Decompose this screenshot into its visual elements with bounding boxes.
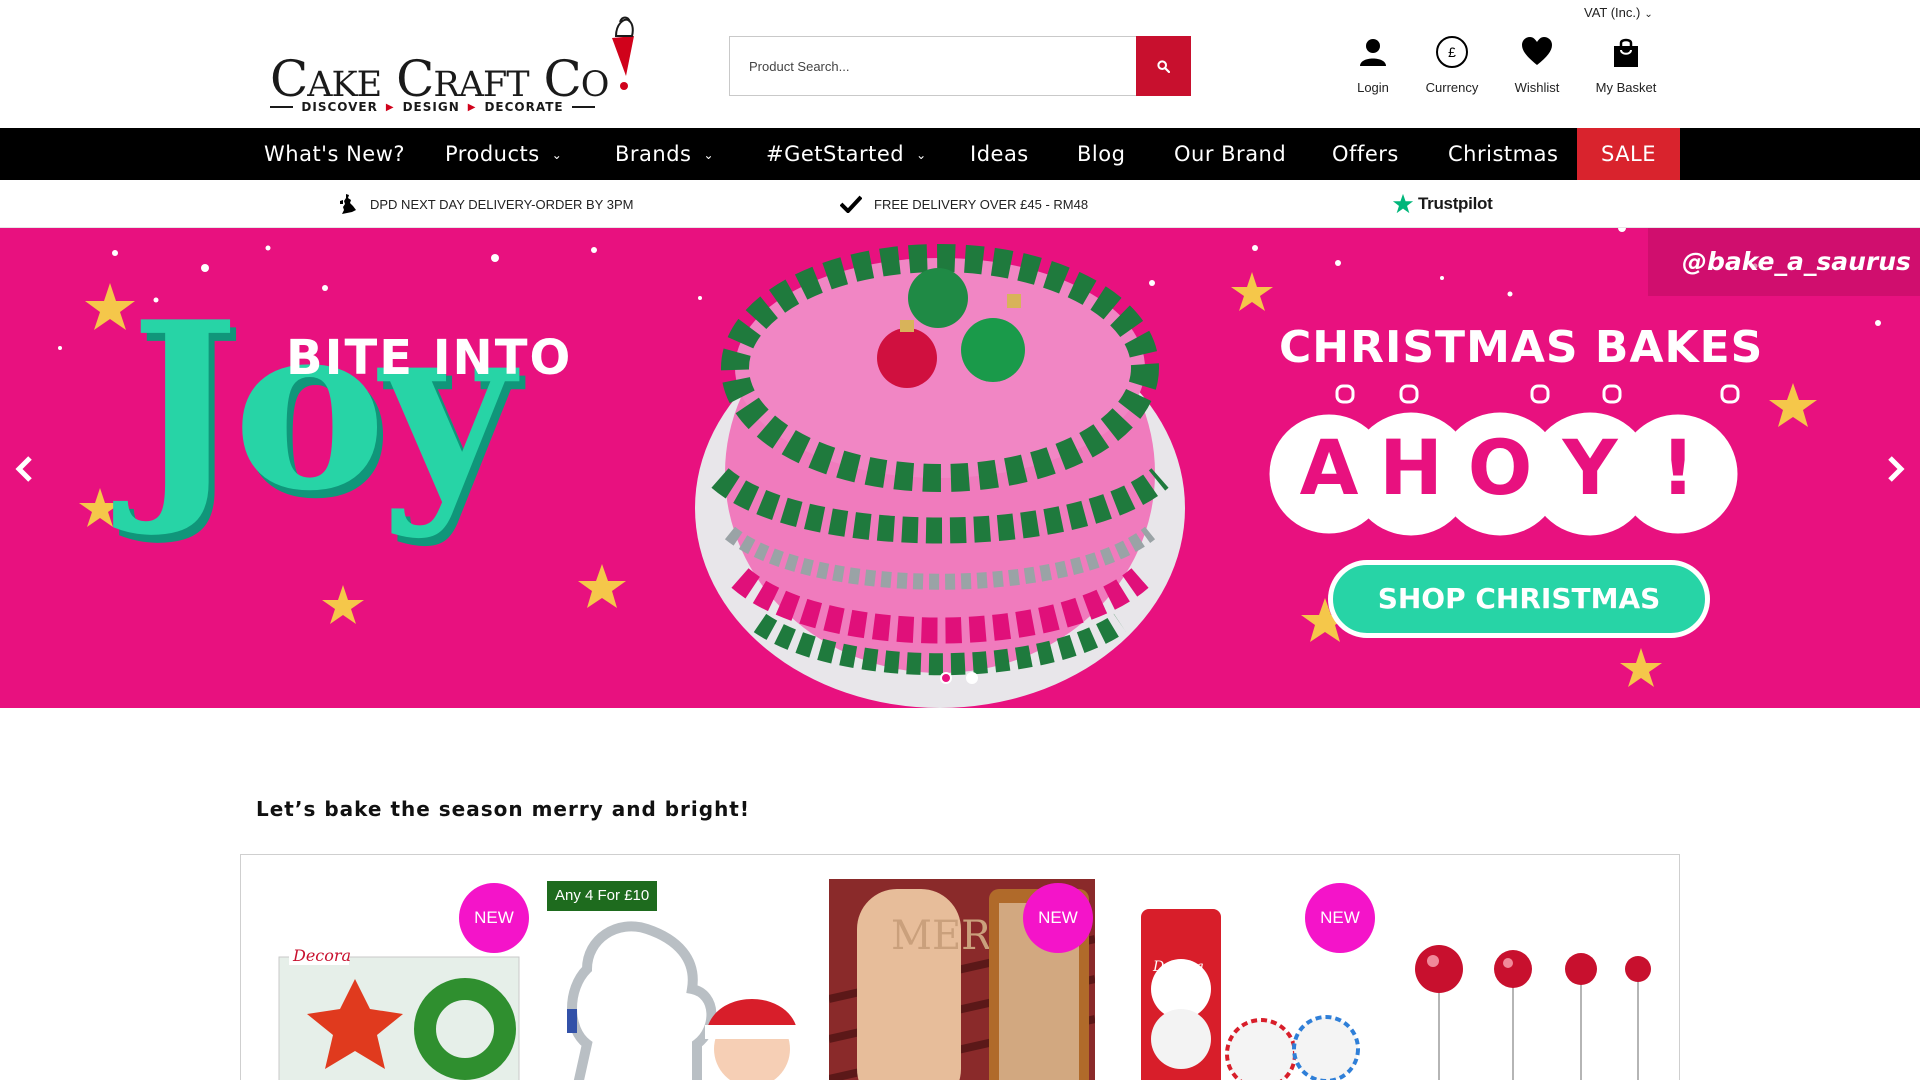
product-card[interactable]: Any 4 For £10 (547, 879, 813, 1080)
user-icon (1360, 39, 1386, 66)
nav-label: SALE (1600, 142, 1657, 166)
tagline-design: DESIGN (402, 100, 460, 114)
logo-tagline: DISCOVER ▶ DESIGN ▶ DECORATE (270, 100, 595, 114)
chevron-down-icon: ⌄ (551, 148, 563, 162)
new-badge: NEW (459, 883, 529, 953)
currency-button[interactable]: £ Currency (1407, 34, 1497, 95)
usp-delivery-text: DPD NEXT DAY DELIVERY-ORDER BY 3PM (370, 196, 634, 212)
nav-label: Christmas (1448, 142, 1559, 166)
vat-label: VAT (Inc.) (1584, 5, 1641, 20)
chevron-left-icon (15, 456, 32, 482)
search-input[interactable] (729, 36, 1136, 96)
basket-label: My Basket (1595, 80, 1657, 95)
site-logo[interactable]: Cake Craft Co DISCOVER ▶ DESIGN ▶ DECORA… (270, 14, 640, 118)
chevron-right-icon (1888, 456, 1905, 482)
usp-bar: DPD NEXT DAY DELIVERY-ORDER BY 3PM FREE … (0, 180, 1920, 228)
trustpilot-widget[interactable]: Trustpilot (1392, 180, 1493, 228)
main-navigation: What's New? Products ⌄ Brands ⌄ #GetStarte… (0, 128, 1920, 180)
ahoy-letter: Y (1562, 423, 1618, 512)
hero-headline-joy: Joy (130, 272, 514, 542)
pound-currency-icon: £ (1436, 36, 1468, 68)
trustpilot-star-icon (1392, 193, 1414, 214)
nav-label: What's New? (264, 142, 406, 166)
nav-item-ideas[interactable]: Ideas (970, 128, 1029, 180)
nav-label: Brands (615, 142, 692, 166)
usp-free-delivery: FREE DELIVERY OVER £45 - RM48 (840, 180, 1088, 228)
nav-item-brands[interactable]: Brands ⌄ (615, 128, 714, 180)
usp-next-day-delivery: DPD NEXT DAY DELIVERY-ORDER BY 3PM (338, 180, 633, 228)
offer-badge: Any 4 For £10 (547, 881, 658, 911)
nav-label: Our Brand (1174, 142, 1287, 166)
hero-headline-bite-into: BITE INTO (286, 330, 573, 386)
nav-label: Ideas (970, 142, 1029, 166)
section-intro: Let’s bake the season merry and bright! (256, 797, 750, 821)
hero-photo-credit: @bake_a_saurus (1648, 228, 1920, 296)
product-card[interactable]: Decora NEW (1111, 879, 1377, 1080)
product-carousel: Decora NEW Any 4 For £10 MERRY NEW Decor… (240, 854, 1680, 1080)
checkmark-icon (840, 195, 862, 213)
ahoy-letter: H (1379, 423, 1443, 512)
product-card[interactable] (1393, 879, 1659, 1080)
chevron-down-icon: ⌄ (1644, 9, 1653, 20)
login-button[interactable]: Login (1328, 34, 1418, 95)
svg-text:£: £ (1448, 44, 1456, 60)
new-badge: NEW (1023, 883, 1093, 953)
chevron-down-icon: ⌄ (916, 148, 927, 162)
nav-item-sale[interactable]: SALE (1577, 128, 1680, 180)
nav-item-whats-new[interactable]: What's New? (264, 128, 405, 180)
nav-label: Blog (1077, 142, 1126, 166)
hero-next-arrow[interactable] (1876, 449, 1916, 489)
nav-item-christmas[interactable]: Christmas (1448, 128, 1558, 180)
decora-logo: Decora (1152, 959, 1204, 975)
shopping-bag-icon (1614, 38, 1638, 67)
currency-label: Currency (1425, 80, 1479, 95)
nav-item-blog[interactable]: Blog (1077, 128, 1125, 180)
ahoy-letter: O (1467, 423, 1533, 512)
site-header: Cake Craft Co DISCOVER ▶ DESIGN ▶ DECORA… (0, 0, 1920, 128)
wishlist-button[interactable]: Wishlist (1492, 34, 1582, 95)
nav-item-offers[interactable]: Offers (1332, 128, 1399, 180)
tagline-discover: DISCOVER (301, 100, 378, 114)
ahoy-letter: ! (1660, 423, 1696, 512)
slide-dot-2[interactable] (966, 672, 978, 684)
wishlist-label: Wishlist (1514, 80, 1560, 95)
product-image (1415, 945, 1651, 1080)
hero-prev-arrow[interactable] (4, 449, 44, 489)
usp-free-delivery-text: FREE DELIVERY OVER £45 - RM48 (874, 196, 1089, 212)
product-card[interactable]: MERRY NEW (829, 879, 1095, 1080)
search-icon (1157, 59, 1170, 73)
product-card[interactable]: Decora NEW (265, 879, 531, 1080)
new-badge: NEW (1305, 883, 1375, 953)
shop-christmas-button[interactable]: SHOP CHRISTMAS (1328, 560, 1710, 638)
hero-ahoy: A H O Y ! (1272, 406, 1772, 536)
nav-item-get-started[interactable]: #GetStarted ⌄ (766, 128, 927, 180)
uk-map-icon (340, 194, 356, 214)
search-button[interactable] (1136, 36, 1191, 96)
nav-label: Products (445, 142, 540, 166)
vat-selector[interactable]: VAT (Inc.) ⌄ (1584, 5, 1653, 20)
basket-button[interactable]: My Basket (1581, 34, 1671, 95)
piping-bag-icon (612, 16, 634, 90)
login-label: Login (1357, 80, 1389, 95)
nav-label: Offers (1332, 142, 1399, 166)
nav-label: #GetStarted (766, 142, 905, 166)
hero-christmas-bakes: CHRISTMAS BAKES (1279, 322, 1764, 373)
tagline-decorate: DECORATE (484, 100, 564, 114)
hero-banner[interactable]: Joy BITE INTO CHRISTMAS BAKES A H O Y ! … (0, 228, 1920, 708)
search-bar (729, 36, 1191, 96)
slide-dot-1[interactable] (940, 672, 952, 684)
nav-item-our-brand[interactable]: Our Brand (1174, 128, 1286, 180)
trustpilot-label: Trustpilot (1418, 194, 1493, 213)
nav-item-products[interactable]: Products ⌄ (445, 128, 562, 180)
decora-logo: Decora (292, 946, 351, 965)
heart-icon (1522, 37, 1552, 65)
ahoy-letter: A (1299, 423, 1359, 512)
chevron-down-icon: ⌄ (703, 148, 715, 162)
